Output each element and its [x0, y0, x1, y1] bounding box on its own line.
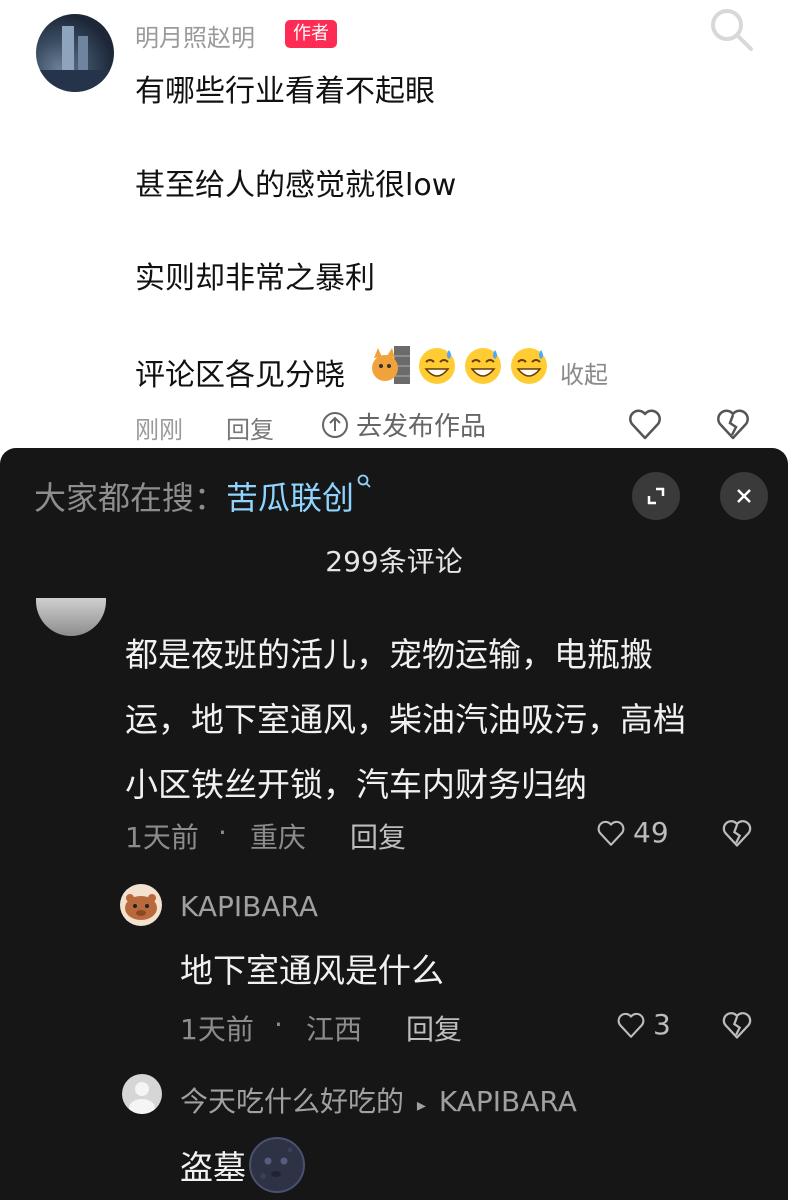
reply-target-name[interactable]: KAPIBARA — [439, 1085, 577, 1118]
author-badge: 作者 — [285, 20, 337, 48]
comment-text-line: 都是夜班的活儿，宠物运输，电瓶搬 — [125, 635, 653, 674]
reply-text-row: 盗墓 — [180, 1136, 306, 1194]
comment-reply-button[interactable]: 回复 — [350, 816, 406, 856]
comment-text-line: 运，地下室通风，柴油汽油吸污，高档 — [125, 700, 686, 739]
post-text-line: 甚至给人的感觉就很low — [135, 168, 457, 203]
author-name[interactable]: 明月照赵明 — [135, 18, 255, 53]
upload-icon — [322, 411, 348, 438]
post-time: 刚刚 — [135, 416, 183, 444]
comment-time: 1天前 — [125, 821, 199, 854]
reply-button[interactable]: 回复 — [226, 410, 274, 445]
replier-name[interactable]: KAPIBARA — [180, 890, 318, 923]
capybara-avatar-icon — [125, 894, 157, 920]
small-search-icon — [357, 474, 371, 488]
post-text-line: 评论区各见分晓 — [135, 358, 345, 393]
comment-sheet: 大家都在搜：苦瓜联创 299条评论 都是夜班的活儿，宠物运输，电瓶搬 运，地下室… — [0, 448, 788, 1200]
search-suggestion[interactable]: 大家都在搜：苦瓜联创 — [34, 473, 372, 519]
post-text-line: 实则却非常之暴利 — [135, 261, 375, 296]
replier-avatar[interactable] — [120, 884, 162, 926]
reply-thread-header: 今天吃什么好吃的 ▸ KAPIBARA — [180, 1080, 577, 1120]
reply-location: 江西 — [306, 1013, 363, 1046]
post-text-line: 有哪些行业看着不起眼 — [135, 74, 435, 109]
publish-button[interactable]: 去发布作品 — [320, 406, 486, 443]
cat-peek-emoji-icon — [372, 346, 410, 384]
replier-avatar[interactable] — [122, 1074, 162, 1114]
comment-location: 重庆 — [250, 821, 307, 854]
avatar-water-shape — [36, 70, 114, 92]
laughing-sweat-emoji-icon — [511, 348, 547, 384]
like-count: 49 — [633, 816, 669, 849]
reply-reply-button[interactable]: 回复 — [406, 1008, 462, 1048]
avatar-tower-shape — [78, 36, 88, 72]
heart-icon — [597, 820, 625, 846]
publish-label: 去发布作品 — [356, 412, 487, 442]
heart-icon[interactable] — [626, 405, 664, 443]
comment-count: 299条评论 — [325, 545, 463, 578]
new-moon-face-emoji-icon — [249, 1137, 305, 1193]
broken-heart-icon[interactable] — [714, 405, 752, 443]
collapse-button[interactable]: 收起 — [560, 355, 608, 390]
reply-text: 地下室通风是什么 — [180, 951, 444, 990]
laughing-sweat-emoji-icon — [419, 348, 455, 384]
replier-name[interactable]: 今天吃什么好吃的 — [180, 1085, 404, 1118]
laughing-sweat-emoji-icon — [465, 348, 501, 384]
search-term[interactable]: 苦瓜联创 — [226, 479, 354, 517]
expand-button[interactable] — [632, 472, 680, 520]
broken-heart-icon[interactable] — [720, 816, 754, 850]
reply-text: 盗墓 — [180, 1148, 246, 1187]
avatar-tower-shape — [62, 26, 74, 72]
reply-arrow-icon: ▸ — [416, 1095, 426, 1116]
search-icon[interactable] — [705, 5, 757, 57]
close-icon — [737, 489, 751, 503]
like-button[interactable]: 49 — [595, 816, 669, 849]
post-area: 明月照赵明 作者 有哪些行业看着不起眼 甚至给人的感觉就很low 实则却非常之暴… — [0, 0, 788, 448]
default-user-icon — [129, 1082, 155, 1114]
like-count: 3 — [653, 1008, 671, 1041]
comment-text-line: 小区铁丝开锁，汽车内财务归纳 — [125, 765, 587, 804]
emoji-row — [370, 344, 550, 386]
heart-icon — [617, 1012, 645, 1038]
dot-separator: · — [218, 816, 227, 849]
expand-icon — [647, 487, 665, 505]
reply-time: 1天前 — [180, 1013, 254, 1046]
dot-separator: · — [274, 1008, 283, 1041]
author-avatar[interactable] — [36, 14, 114, 92]
commenter-avatar[interactable] — [36, 598, 106, 636]
like-button[interactable]: 3 — [615, 1008, 671, 1041]
broken-heart-icon[interactable] — [720, 1008, 754, 1042]
search-prefix: 大家都在搜： — [34, 479, 227, 517]
close-button[interactable] — [720, 472, 768, 520]
